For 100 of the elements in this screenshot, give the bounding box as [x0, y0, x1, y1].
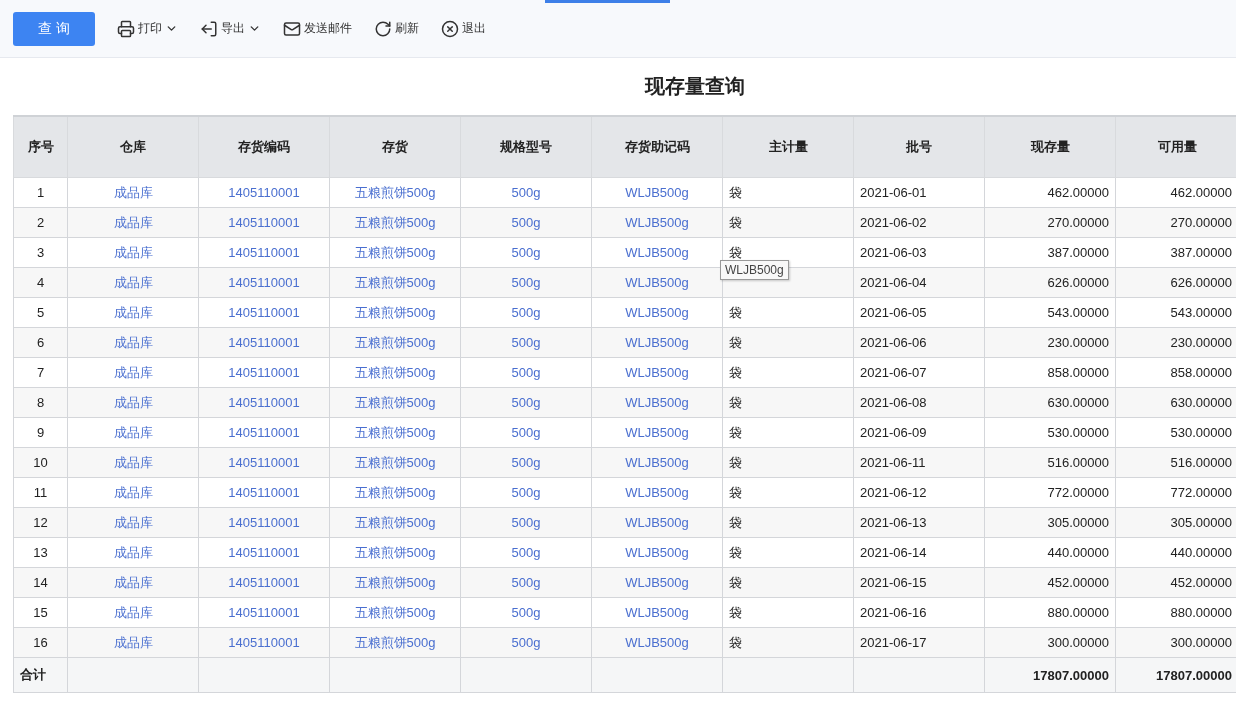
table-link[interactable]: 五粮煎饼500g [329, 297, 461, 328]
toolbar-button[interactable]: 刷新 [374, 19, 419, 38]
toolbar-button[interactable]: 导出 [200, 19, 261, 38]
table-link[interactable]: WLJB500g [591, 447, 723, 478]
table-link[interactable]: WLJB500g [591, 507, 723, 538]
table-link[interactable]: 1405110001 [198, 177, 330, 208]
table-link[interactable]: 500g [460, 567, 592, 598]
table-link[interactable]: 1405110001 [198, 357, 330, 388]
table-cell: 452.00000 [1115, 567, 1236, 598]
table-link[interactable]: 1405110001 [198, 507, 330, 538]
table-link[interactable]: WLJB500g [591, 537, 723, 568]
table-link[interactable]: 500g [460, 267, 592, 298]
toolbar-button[interactable]: 打印 [117, 19, 178, 38]
table-link[interactable]: 成品库 [67, 507, 199, 538]
table-link[interactable]: 五粮煎饼500g [329, 267, 461, 298]
table-link[interactable]: WLJB500g [591, 177, 723, 208]
table-link[interactable]: WLJB500g [591, 207, 723, 238]
table-link[interactable]: 500g [460, 327, 592, 358]
table-link[interactable]: 500g [460, 627, 592, 658]
table-link[interactable]: 成品库 [67, 357, 199, 388]
table-link[interactable]: 1405110001 [198, 477, 330, 508]
table-link[interactable]: 五粮煎饼500g [329, 477, 461, 508]
toolbar-button[interactable]: 发送邮件 [283, 19, 352, 38]
table-link[interactable]: 500g [460, 297, 592, 328]
export-icon [200, 19, 218, 38]
table-link[interactable]: 1405110001 [198, 447, 330, 478]
column-header: 主计量 [722, 116, 854, 178]
table-link[interactable]: 1405110001 [198, 537, 330, 568]
table-link[interactable]: WLJB500g [591, 627, 723, 658]
table-link[interactable]: 1405110001 [198, 297, 330, 328]
table-link[interactable]: 1405110001 [198, 267, 330, 298]
table-link[interactable]: 成品库 [67, 417, 199, 448]
table-link[interactable]: 五粮煎饼500g [329, 567, 461, 598]
total-cell: 17807.00000 [984, 657, 1116, 693]
table-link[interactable]: 五粮煎饼500g [329, 507, 461, 538]
table-link[interactable]: 成品库 [67, 597, 199, 628]
table-link[interactable]: 500g [460, 417, 592, 448]
table-cell: 6 [13, 327, 68, 358]
table-link[interactable]: 成品库 [67, 327, 199, 358]
table-link[interactable]: WLJB500g [591, 567, 723, 598]
table-link[interactable]: WLJB500g [591, 327, 723, 358]
table-link[interactable]: 五粮煎饼500g [329, 357, 461, 388]
table-link[interactable]: WLJB500g [591, 597, 723, 628]
table-link[interactable]: 成品库 [67, 237, 199, 268]
table-link[interactable]: 五粮煎饼500g [329, 597, 461, 628]
table-link[interactable]: 成品库 [67, 627, 199, 658]
table-link[interactable]: 500g [460, 237, 592, 268]
table-cell: 530.00000 [984, 417, 1116, 448]
table-link[interactable]: 成品库 [67, 537, 199, 568]
table-link[interactable]: 五粮煎饼500g [329, 327, 461, 358]
table-link[interactable]: 500g [460, 537, 592, 568]
toolbar-button[interactable]: 退出 [441, 19, 486, 38]
table-link[interactable]: WLJB500g [591, 357, 723, 388]
table-link[interactable]: 五粮煎饼500g [329, 627, 461, 658]
table-link[interactable]: 五粮煎饼500g [329, 447, 461, 478]
table-link[interactable]: WLJB500g [591, 297, 723, 328]
table-link[interactable]: WLJB500g [591, 267, 723, 298]
table-link[interactable]: 成品库 [67, 387, 199, 418]
table-link[interactable]: 成品库 [67, 207, 199, 238]
table-link[interactable]: 500g [460, 477, 592, 508]
table-link[interactable]: WLJB500g [591, 237, 723, 268]
table-link[interactable]: 500g [460, 597, 592, 628]
table-link[interactable]: 1405110001 [198, 597, 330, 628]
table-link[interactable]: 500g [460, 177, 592, 208]
table-cell: 2021-06-08 [853, 387, 985, 418]
query-button[interactable]: 查 询 [13, 11, 95, 46]
table-link[interactable]: 1405110001 [198, 567, 330, 598]
table-cell: 2021-06-12 [853, 477, 985, 508]
table-link[interactable]: 成品库 [67, 267, 199, 298]
table-link[interactable]: 成品库 [67, 567, 199, 598]
table-cell: 2021-06-07 [853, 357, 985, 388]
table-link[interactable]: 五粮煎饼500g [329, 387, 461, 418]
table-link[interactable]: 1405110001 [198, 237, 330, 268]
table-cell: 15 [13, 597, 68, 628]
table-link[interactable]: 1405110001 [198, 387, 330, 418]
table-cell: 袋 [722, 447, 854, 478]
table-link[interactable]: WLJB500g [591, 417, 723, 448]
table-cell: 626.00000 [1115, 267, 1236, 298]
table-link[interactable]: WLJB500g [591, 477, 723, 508]
table-link[interactable]: 成品库 [67, 447, 199, 478]
table-link[interactable]: 1405110001 [198, 327, 330, 358]
table-link[interactable]: 成品库 [67, 477, 199, 508]
table-link[interactable]: 成品库 [67, 297, 199, 328]
table-link[interactable]: 500g [460, 507, 592, 538]
table-link[interactable]: 500g [460, 447, 592, 478]
table-link[interactable]: 五粮煎饼500g [329, 207, 461, 238]
table-link[interactable]: 五粮煎饼500g [329, 237, 461, 268]
table-link[interactable]: 500g [460, 207, 592, 238]
table-cell: 8 [13, 387, 68, 418]
table-link[interactable]: 1405110001 [198, 417, 330, 448]
table-link[interactable]: 成品库 [67, 177, 199, 208]
table-link[interactable]: 五粮煎饼500g [329, 537, 461, 568]
table-link[interactable]: 五粮煎饼500g [329, 177, 461, 208]
table-link[interactable]: 500g [460, 387, 592, 418]
table-link[interactable]: 1405110001 [198, 207, 330, 238]
table-link[interactable]: 500g [460, 357, 592, 388]
table-cell: 440.00000 [984, 537, 1116, 568]
table-link[interactable]: 1405110001 [198, 627, 330, 658]
table-link[interactable]: 五粮煎饼500g [329, 417, 461, 448]
table-link[interactable]: WLJB500g [591, 387, 723, 418]
